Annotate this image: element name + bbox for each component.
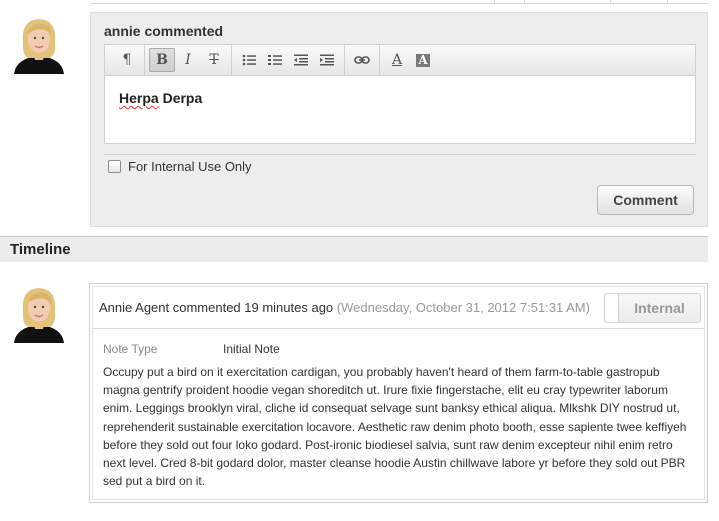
previous-section-edge bbox=[90, 0, 708, 4]
note-type-label: Note Type bbox=[103, 342, 158, 356]
avatar bbox=[8, 12, 70, 74]
indent-icon[interactable] bbox=[314, 48, 340, 72]
avatar bbox=[8, 281, 70, 343]
divider bbox=[104, 154, 696, 155]
text-color-icon[interactable]: A bbox=[384, 48, 410, 72]
background-color-icon[interactable]: A bbox=[410, 48, 436, 72]
editor-content[interactable]: Herpa Derpa bbox=[105, 76, 695, 120]
comment-button[interactable]: Comment bbox=[597, 185, 694, 215]
italic-icon[interactable]: I bbox=[175, 48, 201, 72]
composer-title: annie commented bbox=[104, 23, 224, 39]
entry-timestamp: (Wednesday, October 31, 2012 7:51:31 AM) bbox=[336, 300, 590, 315]
internal-toggle[interactable]: Internal bbox=[604, 293, 701, 323]
timeline-entry-card: Annie Agent commented 19 minutes ago (We… bbox=[92, 286, 705, 500]
toggle-knob bbox=[605, 294, 619, 322]
outdent-icon[interactable] bbox=[288, 48, 314, 72]
timeline-title: Timeline bbox=[10, 241, 71, 258]
internal-use-checkbox[interactable] bbox=[108, 160, 121, 173]
link-icon[interactable] bbox=[349, 48, 375, 72]
timeline-header: Timeline bbox=[0, 236, 708, 262]
timeline-entry: Annie Agent commented 19 minutes ago (We… bbox=[89, 283, 708, 503]
numbered-list-icon[interactable] bbox=[262, 48, 288, 72]
paragraph-icon[interactable]: ¶ bbox=[114, 48, 140, 72]
bold-icon[interactable]: B bbox=[149, 48, 175, 72]
entry-author: Annie Agent commented 19 minutes ago (We… bbox=[99, 300, 590, 315]
internal-badge-label: Internal bbox=[634, 300, 685, 316]
note-type-value: Initial Note bbox=[223, 342, 280, 356]
strikethrough-icon[interactable]: T bbox=[201, 48, 227, 72]
entry-header: Annie Agent commented 19 minutes ago (We… bbox=[93, 287, 704, 329]
internal-use-label: For Internal Use Only bbox=[128, 159, 252, 174]
rich-text-editor[interactable]: ¶ B I T A A Herpa Derpa bbox=[104, 44, 696, 144]
internal-use-option: For Internal Use Only bbox=[108, 159, 252, 174]
editor-toolbar: ¶ B I T A A bbox=[105, 45, 695, 76]
entry-author-text: Annie Agent commented 19 minutes ago bbox=[99, 300, 334, 315]
comment-composer: annie commented ¶ B I T A A Herpa Derpa … bbox=[90, 12, 708, 227]
editor-text: Herpa Derpa bbox=[119, 90, 203, 106]
bullet-list-icon[interactable] bbox=[236, 48, 262, 72]
note-body: Occupy put a bird on it exercitation car… bbox=[103, 365, 687, 489]
